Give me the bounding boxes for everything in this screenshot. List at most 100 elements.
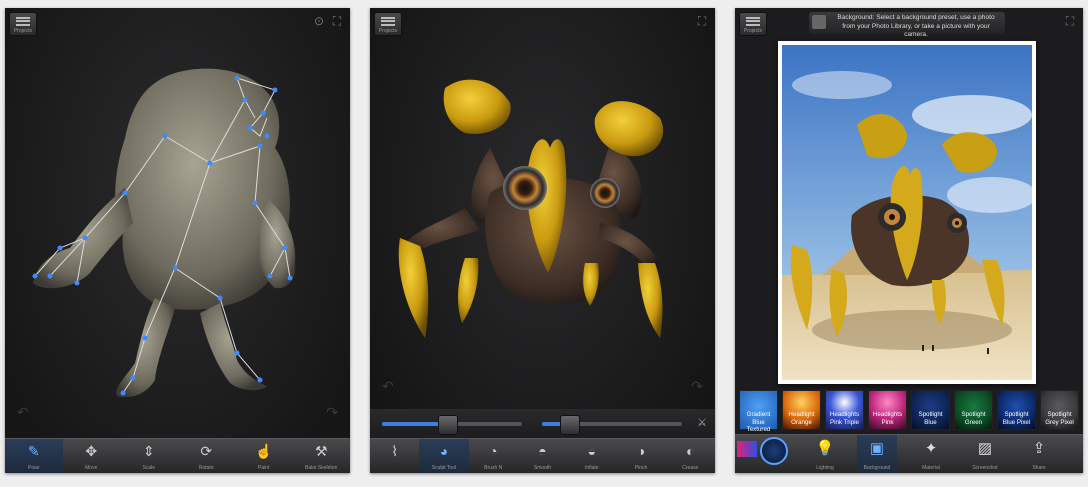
creature-model bbox=[33, 68, 296, 398]
tool-label: Lighting bbox=[816, 465, 834, 471]
background-icon: ▣ bbox=[869, 440, 885, 457]
tool-label: Crease bbox=[682, 465, 699, 471]
size-slider-knob[interactable] bbox=[438, 415, 458, 435]
creature-viewport[interactable] bbox=[5, 8, 350, 408]
tool-label: Material bbox=[922, 465, 940, 471]
crab-viewport[interactable] bbox=[370, 8, 715, 378]
preset-spotlight-grey-pixel[interactable]: Spotlight Grey Pixel bbox=[1040, 390, 1079, 430]
strength-slider-knob[interactable] bbox=[560, 415, 580, 435]
rig-icon: ⚒ bbox=[314, 443, 328, 459]
tool-label: Paint bbox=[258, 465, 270, 471]
preset-label: Spotlight Blue bbox=[918, 411, 943, 426]
brush-icon: ◔ bbox=[488, 443, 498, 459]
preset-spotlight-blue-pixel[interactable]: Spotlight Blue Pixel bbox=[997, 390, 1036, 430]
tool-lighting[interactable]: 💡 Lighting bbox=[805, 435, 845, 473]
lighting-icon: 💡 bbox=[815, 440, 835, 457]
tool-label: Sculpt Tool bbox=[431, 465, 457, 471]
preset-label: Spotlight Grey Pixel bbox=[1045, 411, 1074, 426]
preset-spotlight-blue[interactable]: Spotlight Blue bbox=[911, 390, 950, 430]
tool-paint[interactable]: ☝ Paint bbox=[235, 439, 293, 473]
sculpt-toolbar: ⌇ ◕ Sculpt Tool ◔ Brush N ◓ Smooth ◒ Inflate… bbox=[370, 438, 715, 473]
projects-label: Projects bbox=[743, 28, 763, 34]
paint-icon: ☝ bbox=[255, 443, 273, 459]
scale-icon: ⇕ bbox=[142, 443, 155, 459]
tool-stroke[interactable]: ⌇ bbox=[370, 439, 419, 473]
frame-icon[interactable]: ⛶ bbox=[1063, 14, 1077, 28]
tool-label: Share bbox=[1032, 465, 1046, 471]
brush-icon: ◕ bbox=[439, 443, 449, 459]
tool-label: Brush N bbox=[484, 465, 503, 471]
menu-icon bbox=[746, 17, 760, 26]
tool-label: Pinch bbox=[634, 465, 648, 471]
preset-label: Headlight Orange bbox=[788, 411, 815, 426]
pose-toolbar: ✎ Pose ✥ Move ⇕ Scale ⟳ Rotate ☝ Paint ⚒ Bake … bbox=[5, 438, 350, 473]
environment-sphere-button[interactable] bbox=[760, 437, 788, 465]
strength-slider-fill bbox=[542, 422, 562, 426]
stroke-icon: ⌇ bbox=[391, 443, 399, 459]
pose-icon: ✎ bbox=[27, 443, 40, 459]
preset-gradient-blue-textured[interactable]: Gradient Blue Textured bbox=[739, 390, 778, 433]
preset-label: Spotlight Blue Pixel bbox=[1002, 411, 1031, 426]
tool-smooth[interactable]: ◓ Smooth bbox=[518, 439, 567, 473]
preset-headlight-orange[interactable]: Headlight Orange bbox=[782, 390, 821, 430]
tool-label: Smooth bbox=[533, 465, 552, 471]
strength-slider[interactable] bbox=[542, 415, 682, 435]
pose-screen: Projects ⊙ ⛶ ↶ ↷ ✎ Pose ✥ Move ⇕ Scale ⟳… bbox=[5, 8, 350, 473]
brush-icon: ◑ bbox=[636, 443, 646, 459]
brush-icon: ◓ bbox=[538, 443, 547, 459]
tip-banner: Background: Select a background preset, … bbox=[809, 12, 1005, 38]
tool-label: Scale bbox=[142, 465, 155, 471]
tool-label: Pose bbox=[28, 465, 40, 471]
tool-label: Background bbox=[863, 465, 891, 471]
tool-label: Rotate bbox=[198, 465, 214, 471]
render-toolbar: 💡 Lighting ▣ Background ✦ Material ▨ Screens… bbox=[735, 434, 1083, 473]
background-screen: Projects Background: Select a background… bbox=[735, 8, 1083, 473]
background-icon bbox=[812, 15, 826, 29]
material-icon: ✦ bbox=[924, 440, 938, 457]
tool-pinch[interactable]: ◑ Pinch bbox=[616, 439, 665, 473]
share-icon: ⇪ bbox=[1032, 440, 1046, 457]
render-image bbox=[782, 45, 1032, 380]
tool-background[interactable]: ▣ Background bbox=[857, 435, 897, 473]
size-slider[interactable] bbox=[382, 415, 522, 435]
undo-icon[interactable]: ↶ bbox=[382, 378, 394, 395]
symmetry-icon[interactable]: ⚔ bbox=[697, 416, 707, 429]
projects-button[interactable]: Projects bbox=[739, 12, 767, 36]
tool-inflate[interactable]: ◒ Inflate bbox=[567, 439, 616, 473]
undo-icon[interactable]: ↶ bbox=[17, 404, 29, 421]
preset-label: Gradient Blue Textured bbox=[746, 411, 771, 433]
redo-icon[interactable]: ↷ bbox=[691, 378, 703, 395]
tip-text: Background: Select a background preset, … bbox=[837, 14, 995, 39]
tool-label: Inflate bbox=[584, 465, 599, 471]
tool-move[interactable]: ✥ Move bbox=[63, 439, 121, 473]
tool-screenshot[interactable]: ▨ Screenshot bbox=[965, 435, 1005, 473]
sculpt-screen: Projects ⛶ ↶ ↷ ⚔ ⌇ ◕ Sculpt Tool ◔ Brush… bbox=[370, 8, 715, 473]
tool-rotate[interactable]: ⟳ Rotate bbox=[178, 439, 236, 473]
screenshot-icon: ▨ bbox=[977, 440, 993, 457]
tool-crease[interactable]: ◐ Crease bbox=[666, 439, 715, 473]
tool-share[interactable]: ⇪ Share bbox=[1019, 435, 1059, 473]
color-swatch[interactable] bbox=[737, 441, 757, 457]
preset-headlights-pink[interactable]: Headlights Pink bbox=[868, 390, 907, 430]
redo-icon[interactable]: ↷ bbox=[326, 404, 338, 421]
crab-model bbox=[398, 79, 664, 338]
tool-label: Screenshot bbox=[972, 465, 998, 471]
tool-pose[interactable]: ✎ Pose bbox=[5, 439, 63, 473]
brush-sliders: ⚔ bbox=[370, 409, 715, 439]
tool-label: Bake Skeleton bbox=[305, 465, 338, 471]
tool-sculpt[interactable]: ◕ Sculpt Tool bbox=[419, 439, 469, 473]
rotate-icon: ⟳ bbox=[200, 443, 213, 459]
preset-spotlight-green[interactable]: Spotlight Green bbox=[954, 390, 993, 430]
render-preview[interactable] bbox=[778, 41, 1036, 384]
brush-icon: ◐ bbox=[686, 443, 695, 459]
preset-headlights-pink-triple[interactable]: Headlights Pink Triple bbox=[825, 390, 864, 430]
brush-icon: ◒ bbox=[587, 443, 596, 459]
preset-label: Headlights Pink bbox=[872, 411, 903, 426]
move-icon: ✥ bbox=[85, 443, 98, 459]
tool-scale[interactable]: ⇕ Scale bbox=[120, 439, 178, 473]
tool-material[interactable]: ✦ Material bbox=[911, 435, 951, 473]
tool-brush-n[interactable]: ◔ Brush N bbox=[469, 439, 518, 473]
preset-label: Spotlight Green bbox=[961, 411, 986, 426]
size-slider-fill bbox=[382, 422, 445, 426]
tool-bake-skeleton[interactable]: ⚒ Bake Skeleton bbox=[293, 439, 351, 473]
